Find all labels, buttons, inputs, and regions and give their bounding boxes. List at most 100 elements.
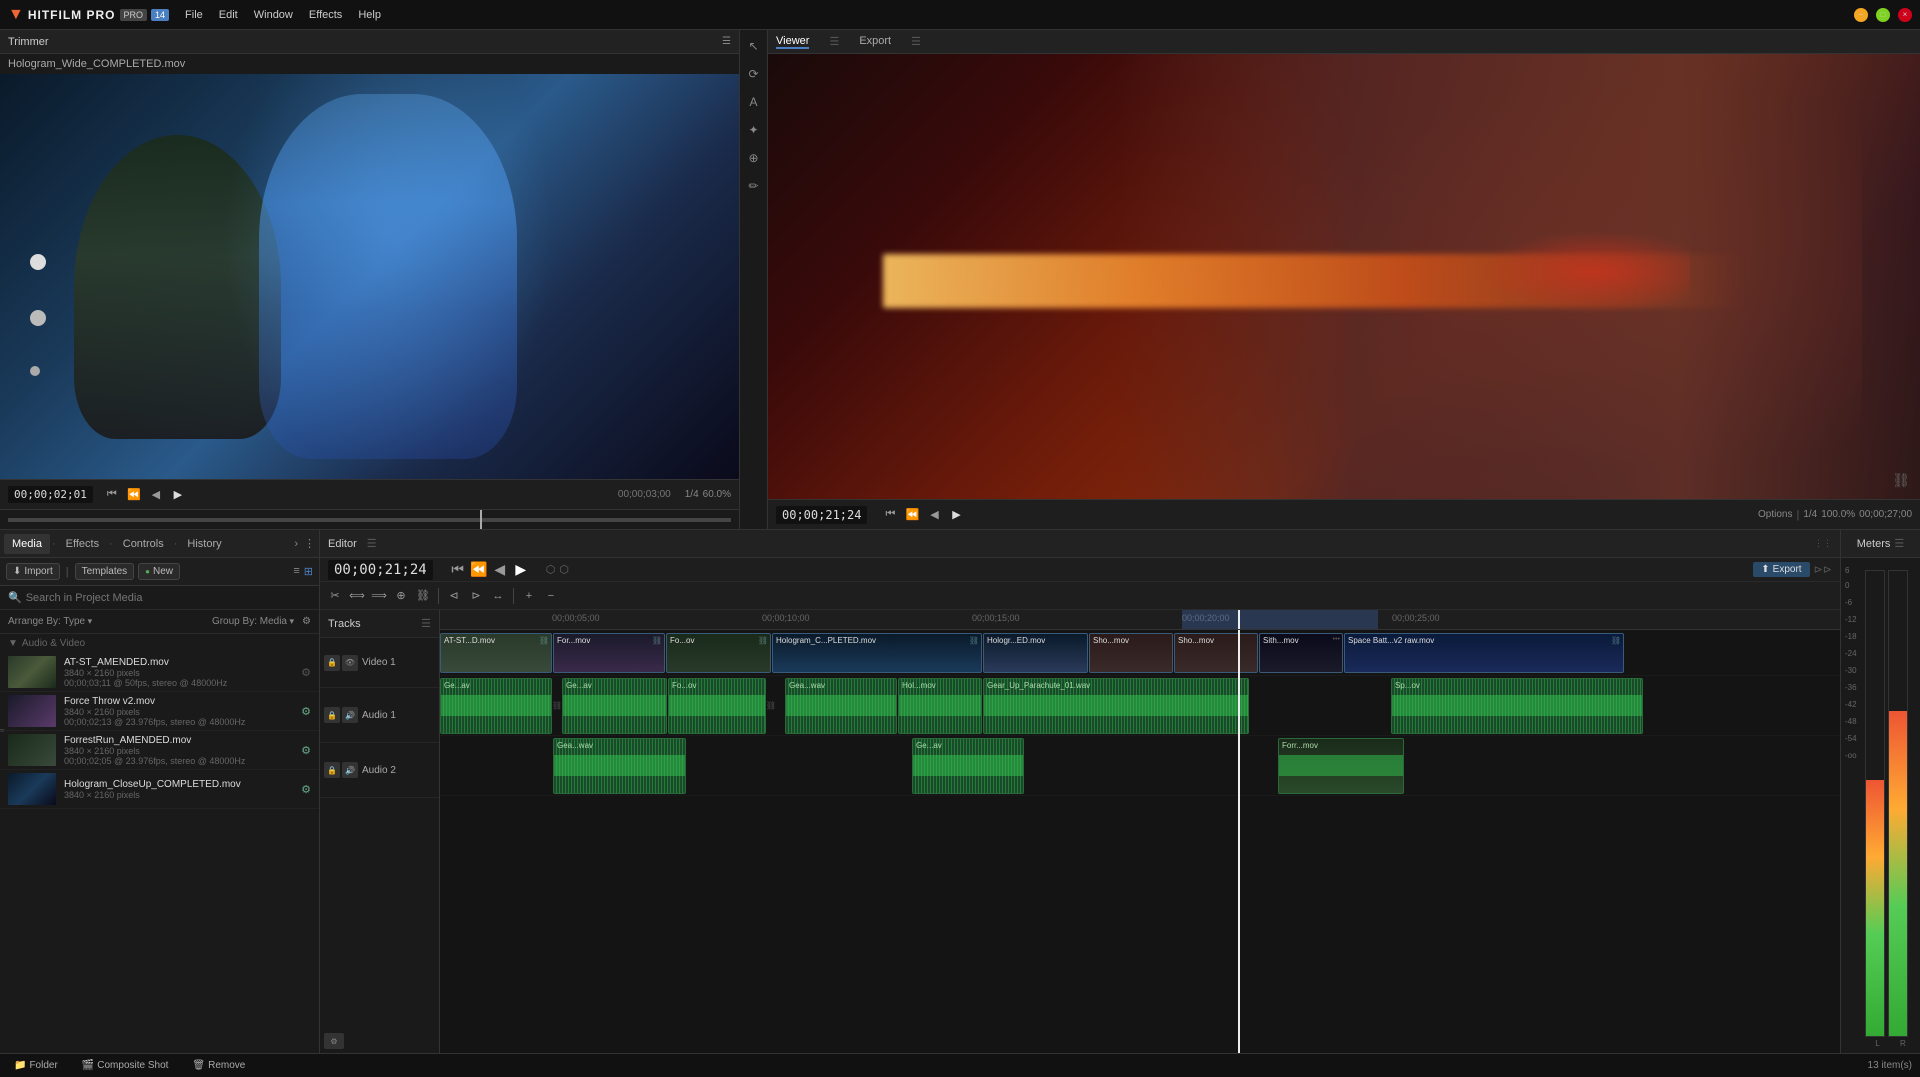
audio-clip[interactable]: Ge...av	[912, 738, 1024, 794]
media-gear-icon[interactable]: ⚙	[301, 666, 311, 679]
trimmer-play-back[interactable]: ◀	[147, 486, 165, 504]
editor-settings-icon[interactable]: ⊳⊳	[1814, 563, 1832, 576]
video-clip[interactable]: Sho...mov	[1174, 633, 1258, 673]
mark-out-icon[interactable]: ⬡	[559, 563, 569, 576]
trimmer-playhead[interactable]	[480, 510, 482, 529]
tab-history[interactable]: History	[179, 534, 229, 554]
list-item[interactable]: Hologram_CloseUp_COMPLETED.mov 3840 × 21…	[0, 770, 319, 809]
trimmer-step-back[interactable]: ⏪	[125, 486, 143, 504]
video-clip[interactable]: AT-ST...D.mov ⛓	[440, 633, 552, 673]
tab-media[interactable]: Media	[4, 534, 50, 554]
particle-tool-icon[interactable]: ✦	[744, 120, 764, 140]
group-label[interactable]: Group By: Media	[212, 616, 294, 627]
menu-effects[interactable]: Effects	[309, 9, 342, 21]
import-button[interactable]: ⬇ Import	[6, 563, 60, 580]
rate-stretch[interactable]: ↔	[489, 587, 507, 605]
track-mute-icon[interactable]: 🔊	[342, 707, 358, 723]
meters-menu-icon[interactable]: ☰	[1894, 537, 1904, 550]
viewer-step-back[interactable]: ⏪	[903, 506, 921, 524]
menu-help[interactable]: Help	[358, 9, 381, 21]
editor-timecode[interactable]: 00;00;21;24	[328, 560, 433, 580]
audio-clip[interactable]: Fo...ov	[668, 678, 766, 734]
zoom-in[interactable]: +	[520, 587, 538, 605]
viewer-goto-start[interactable]: ⏮	[881, 506, 899, 524]
group-collapse-icon[interactable]: ▼	[8, 638, 18, 649]
new-button[interactable]: New	[138, 563, 180, 580]
roll-tool[interactable]: ⊳	[467, 587, 485, 605]
editor-menu-icon[interactable]: ⋮⋮	[1814, 538, 1832, 549]
list-item[interactable]: Force Throw v2.mov 3840 × 2160 pixels 00…	[0, 692, 319, 731]
video-clip[interactable]: Sho...mov	[1089, 633, 1173, 673]
timeline-playhead[interactable]	[1238, 630, 1240, 1053]
media-gear-icon[interactable]: ⚙	[301, 705, 311, 718]
track-mute-icon[interactable]: 🔊	[342, 762, 358, 778]
viewer-play[interactable]: ▶	[947, 506, 965, 524]
track-lock-icon[interactable]: 🔒	[324, 762, 340, 778]
video-clip[interactable]: For...mov ⛓	[553, 633, 665, 673]
audio-clip[interactable]: Ge...av	[440, 678, 552, 734]
viewer-options[interactable]: Options	[1758, 509, 1792, 520]
ripple-tool[interactable]: ⊲	[445, 587, 463, 605]
tab-viewer[interactable]: Viewer	[776, 35, 809, 49]
rotate-tool-icon[interactable]: ⟳	[744, 64, 764, 84]
audio-clip[interactable]: Ge...av	[562, 678, 667, 734]
audio-clip[interactable]: Sp...ov	[1391, 678, 1643, 734]
composite-shot-button[interactable]: 🎬 Composite Shot	[76, 1058, 175, 1073]
viewer-zoom[interactable]: 100.0%	[1821, 509, 1855, 520]
slide-tool[interactable]: ⟹	[370, 587, 388, 605]
folder-button[interactable]: 📁 Folder	[8, 1058, 64, 1073]
pen-tool-icon[interactable]: ✏	[744, 176, 764, 196]
track-eye-icon[interactable]: 👁	[342, 655, 358, 671]
viewer-timecode[interactable]: 00;00;21;24	[776, 506, 867, 524]
link-tool[interactable]: ⛓	[414, 587, 432, 605]
viewer-scale[interactable]: 1/4	[1803, 509, 1817, 520]
timeline-playhead-top[interactable]	[1238, 610, 1240, 629]
media-gear-icon[interactable]: ⚙	[301, 744, 311, 757]
grid-view-icon[interactable]: ⊞	[304, 565, 313, 578]
export-button[interactable]: ⬆ Export	[1753, 562, 1809, 577]
add-track-button[interactable]: ⚙	[324, 1033, 344, 1049]
list-item[interactable]: AT-ST_AMENDED.mov 3840 × 2160 pixels 00;…	[0, 653, 319, 692]
audio-clip[interactable]: Gear_Up_Parachute_01.wav	[983, 678, 1249, 734]
close-button[interactable]: ×	[1898, 8, 1912, 22]
slider-handle-1[interactable]	[30, 254, 46, 270]
panel-menu-icon[interactable]: ⋮	[304, 537, 315, 550]
audio-clip[interactable]: Gea...wav	[553, 738, 686, 794]
tab-controls[interactable]: Controls	[115, 534, 172, 554]
razor-tool[interactable]: ✂	[326, 587, 344, 605]
timeline-timebar[interactable]: 00;00;05;00 00;00;10;00 00;00;15;00 00;0…	[440, 610, 1840, 630]
track-lock-icon[interactable]: 🔒	[324, 707, 340, 723]
tracks-menu-icon[interactable]: ☰	[421, 617, 431, 630]
trimmer-zoom[interactable]: 60.0%	[703, 489, 731, 500]
video-clip[interactable]: Sith...mov •••	[1259, 633, 1343, 673]
list-view-icon[interactable]: ≡	[293, 565, 299, 578]
minimize-button[interactable]: −	[1854, 8, 1868, 22]
point-tool-icon[interactable]: ⊕	[744, 148, 764, 168]
video-clip[interactable]: Fo...ov ⛓	[666, 633, 771, 673]
media-gear-icon[interactable]: ⚙	[301, 783, 311, 796]
arrange-settings-icon[interactable]: ⚙	[302, 616, 311, 627]
trimmer-play[interactable]: ▶	[169, 486, 187, 504]
trimmer-goto-start[interactable]: ⏮	[103, 486, 121, 504]
panel-expand-icon[interactable]: ›	[294, 538, 298, 550]
track-lock-icon[interactable]: 🔒	[324, 655, 340, 671]
remove-button[interactable]: 🗑 Remove	[186, 1058, 251, 1073]
menu-edit[interactable]: Edit	[219, 9, 238, 21]
trimmer-scale[interactable]: 1/4	[685, 489, 699, 500]
tab-export[interactable]: Export	[859, 35, 891, 49]
editor-play-back[interactable]: ◀	[491, 561, 509, 579]
templates-button[interactable]: Templates	[75, 563, 135, 580]
menu-file[interactable]: File	[185, 9, 203, 21]
viewer-play-back[interactable]: ◀	[925, 506, 943, 524]
slider-handle-3[interactable]	[30, 366, 40, 376]
maximize-button[interactable]: □	[1876, 8, 1890, 22]
audio-clip[interactable]: Gea...wav	[785, 678, 897, 734]
editor-play[interactable]: ▶	[512, 561, 530, 579]
video-clip[interactable]: Hologr...ED.mov	[983, 633, 1088, 673]
video-clip[interactable]: Space Batt...v2 raw.mov ⛓	[1344, 633, 1624, 673]
magnet-tool[interactable]: ⊕	[392, 587, 410, 605]
search-input[interactable]	[26, 592, 311, 604]
trimmer-menu-icon[interactable]: ☰	[722, 36, 731, 47]
arrange-label[interactable]: Arrange By: Type	[8, 616, 92, 627]
video-clip[interactable]: Hologram_C...PLETED.mov ⛓	[772, 633, 982, 673]
